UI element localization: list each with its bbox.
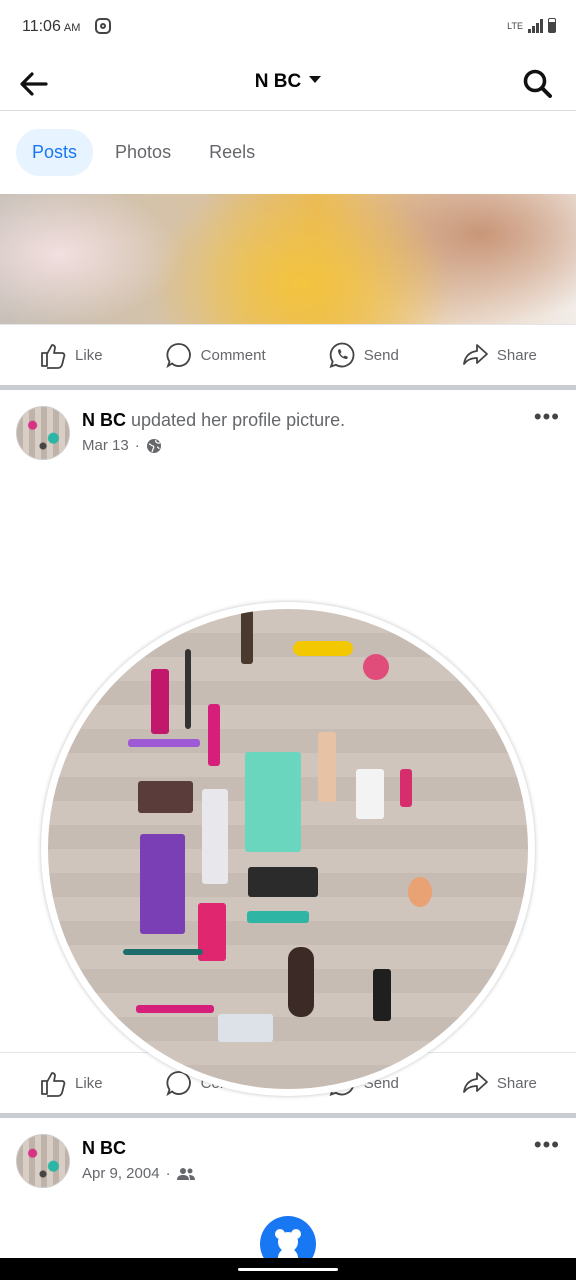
profile-picture-photo[interactable] xyxy=(41,602,535,1096)
author-name[interactable]: N BC xyxy=(82,1138,126,1158)
post-photo-container xyxy=(0,474,576,1096)
post-header: N BC updated her profile picture. Mar 13… xyxy=(0,390,576,474)
home-indicator[interactable] xyxy=(238,1268,338,1271)
battery-icon xyxy=(548,18,556,33)
post-actions: Like Comment Send Share xyxy=(0,324,576,385)
profile-tabs: Posts Photos Reels xyxy=(0,111,576,194)
clock: 11:06 AM xyxy=(22,18,81,35)
status-icons: LTE xyxy=(507,18,556,33)
comment-icon xyxy=(165,343,191,369)
post-meta: Apr 9, 2004 · xyxy=(82,1165,195,1182)
like-button[interactable]: Like xyxy=(39,341,103,369)
post-meta: Mar 13 · xyxy=(82,437,162,454)
network-label: LTE xyxy=(507,20,523,31)
search-icon[interactable] xyxy=(520,66,556,102)
post-header: N BC Apr 9, 2004 · ••• xyxy=(0,1118,576,1202)
tab-reels[interactable]: Reels xyxy=(193,129,271,176)
share-button[interactable]: Share xyxy=(461,341,537,369)
friends-icon xyxy=(176,1167,195,1180)
system-navigation-bar xyxy=(0,1258,576,1280)
more-options-button[interactable]: ••• xyxy=(534,404,560,430)
top-bar: N BC xyxy=(0,56,576,111)
avatar[interactable] xyxy=(16,1134,70,1188)
previous-post-image[interactable] xyxy=(0,194,576,324)
like-button[interactable]: Like xyxy=(39,1069,103,1097)
send-button[interactable]: Send xyxy=(328,341,399,369)
makeup-flatlay-image xyxy=(48,609,528,1089)
share-icon xyxy=(462,1072,488,1093)
tab-posts[interactable]: Posts xyxy=(16,129,94,176)
status-bar: 11:06 AM LTE xyxy=(0,0,576,56)
share-button[interactable]: Share xyxy=(461,1069,537,1097)
chevron-down-icon xyxy=(309,76,322,84)
whatsapp-icon xyxy=(329,342,355,368)
page-title[interactable]: N BC xyxy=(0,71,576,93)
share-icon xyxy=(462,344,488,365)
thumbs-up-icon xyxy=(41,344,66,369)
post-date[interactable]: Mar 13 xyxy=(82,437,129,454)
tab-photos[interactable]: Photos xyxy=(99,129,187,176)
thumbs-up-icon xyxy=(41,1072,66,1097)
more-options-button[interactable]: ••• xyxy=(534,1132,560,1158)
post-title: N BC xyxy=(82,1138,126,1159)
instagram-notification-icon xyxy=(95,18,111,34)
author-name[interactable]: N BC xyxy=(82,410,126,430)
globe-icon xyxy=(146,438,161,453)
comment-button[interactable]: Comment xyxy=(165,341,266,369)
signal-icon xyxy=(528,18,543,33)
post-title: N BC updated her profile picture. xyxy=(82,410,346,430)
avatar[interactable] xyxy=(16,406,70,460)
post-date[interactable]: Apr 9, 2004 xyxy=(82,1165,160,1182)
